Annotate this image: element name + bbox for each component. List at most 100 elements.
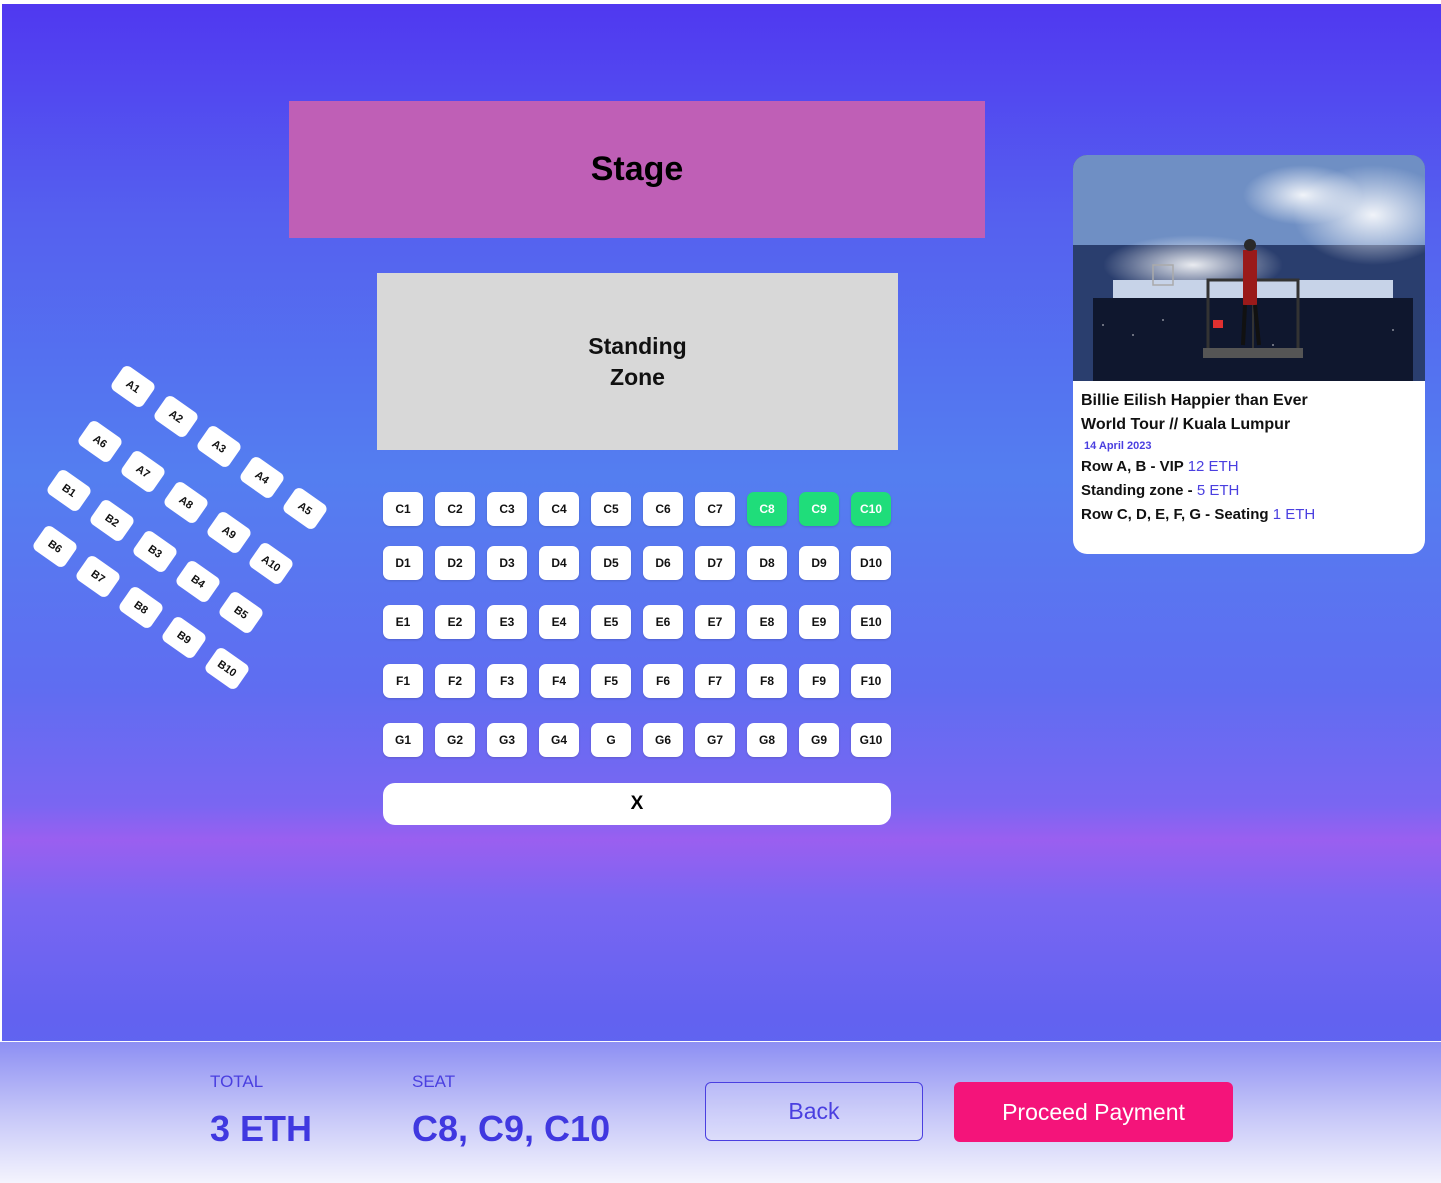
- vip-seat[interactable]: A6: [76, 418, 124, 465]
- seat[interactable]: G6: [643, 723, 683, 757]
- seat[interactable]: G9: [799, 723, 839, 757]
- seat[interactable]: F4: [539, 664, 579, 698]
- checkout-footer: TOTAL 3 ETH SEAT C8, C9, C10 Back Procee…: [0, 1041, 1441, 1183]
- vip-seat[interactable]: B6: [31, 523, 79, 570]
- seat[interactable]: E10: [851, 605, 891, 639]
- event-date: 14 April 2023: [1084, 440, 1152, 452]
- seat[interactable]: C2: [435, 492, 475, 526]
- seat-map-canvas: Stage Standing Zone A1 A2 A3 A4 A5 A6 A7 A8 A9 A1…: [2, 4, 1441, 1182]
- seat[interactable]: C7: [695, 492, 735, 526]
- pricing-label: Standing zone -: [1081, 482, 1197, 499]
- seat[interactable]: E7: [695, 605, 735, 639]
- clear-selection-button[interactable]: X: [383, 783, 891, 825]
- seat[interactable]: G4: [539, 723, 579, 757]
- proceed-payment-button[interactable]: Proceed Payment: [954, 1082, 1233, 1142]
- seat[interactable]: E6: [643, 605, 683, 639]
- seat[interactable]: D2: [435, 546, 475, 580]
- seat[interactable]: F8: [747, 664, 787, 698]
- seat[interactable]: F1: [383, 664, 423, 698]
- vip-seat[interactable]: A2: [152, 393, 200, 440]
- vip-seat[interactable]: A4: [238, 454, 286, 501]
- vip-seat[interactable]: B3: [131, 528, 179, 575]
- seat[interactable]: C5: [591, 492, 631, 526]
- seat[interactable]: G2: [435, 723, 475, 757]
- vip-seat[interactable]: B4: [174, 558, 222, 605]
- vip-seat[interactable]: A3: [195, 423, 243, 470]
- vip-seat[interactable]: B8: [117, 584, 165, 631]
- vip-seat[interactable]: A9: [205, 509, 253, 556]
- seat-value: C8, C9, C10: [412, 1108, 611, 1149]
- seat[interactable]: G1: [383, 723, 423, 757]
- seat[interactable]: E3: [487, 605, 527, 639]
- total-label: TOTAL: [210, 1072, 264, 1091]
- seat[interactable]: E8: [747, 605, 787, 639]
- event-info: Billie Eilish Happier than Ever World To…: [1073, 381, 1425, 535]
- event-photo: [1073, 155, 1425, 381]
- vip-seat[interactable]: B10: [203, 645, 251, 692]
- seat[interactable]: E9: [799, 605, 839, 639]
- seat[interactable]: G8: [747, 723, 787, 757]
- seat[interactable]: D7: [695, 546, 735, 580]
- seat[interactable]: F7: [695, 664, 735, 698]
- seat[interactable]: D1: [383, 546, 423, 580]
- vip-seat[interactable]: A10: [247, 540, 295, 587]
- seat[interactable]: F6: [643, 664, 683, 698]
- standing-zone-label: Standing Zone: [588, 332, 687, 390]
- seat[interactable]: E5: [591, 605, 631, 639]
- seat[interactable]: C4: [539, 492, 579, 526]
- seat[interactable]: D8: [747, 546, 787, 580]
- seat[interactable]: F2: [435, 664, 475, 698]
- pricing-value: 5 ETH: [1196, 482, 1240, 499]
- seat[interactable]: F3: [487, 664, 527, 698]
- seat[interactable]: F5: [591, 664, 631, 698]
- seat[interactable]: C10: [851, 492, 891, 526]
- seat[interactable]: C3: [487, 492, 527, 526]
- pricing-label: Row A, B - VIP: [1081, 458, 1184, 475]
- event-title-line2: World Tour // Kuala Lumpur: [1081, 416, 1291, 433]
- pricing-row: Row C, D, E, F, G - Seating 1 ETH: [1081, 503, 1417, 527]
- pricing-value: 1 ETH: [1272, 506, 1316, 523]
- vip-seat[interactable]: A7: [119, 448, 167, 495]
- vip-seat[interactable]: A8: [162, 479, 210, 526]
- seat[interactable]: D4: [539, 546, 579, 580]
- seat[interactable]: C6: [643, 492, 683, 526]
- vip-seat[interactable]: B5: [217, 589, 265, 636]
- seat-label: SEAT: [412, 1072, 456, 1091]
- event-card: Billie Eilish Happier than Ever World To…: [1073, 155, 1425, 554]
- stage-label: Stage: [590, 150, 684, 188]
- vip-seat[interactable]: B7: [74, 553, 122, 600]
- pricing-row: Standing zone - 5 ETH: [1081, 479, 1417, 503]
- proceed-payment-label: Proceed Payment: [1002, 1098, 1185, 1125]
- vip-seat[interactable]: B1: [45, 467, 93, 514]
- seat[interactable]: C1: [383, 492, 423, 526]
- back-button[interactable]: Back: [705, 1082, 923, 1141]
- vip-seat[interactable]: A5: [281, 485, 329, 532]
- seat[interactable]: G7: [695, 723, 735, 757]
- seat[interactable]: C8: [747, 492, 787, 526]
- standing-zone[interactable]: Standing Zone: [377, 273, 898, 450]
- seat[interactable]: C9: [799, 492, 839, 526]
- back-button-label: Back: [788, 1098, 840, 1124]
- seat[interactable]: E2: [435, 605, 475, 639]
- seat[interactable]: D5: [591, 546, 631, 580]
- seat[interactable]: D10: [851, 546, 891, 580]
- seat[interactable]: G: [591, 723, 631, 757]
- seat[interactable]: D3: [487, 546, 527, 580]
- seat[interactable]: D9: [799, 546, 839, 580]
- seat[interactable]: G3: [487, 723, 527, 757]
- clear-selection-label: X: [630, 793, 644, 814]
- seat[interactable]: F10: [851, 664, 891, 698]
- vip-seat[interactable]: A1: [109, 363, 157, 410]
- seat[interactable]: E1: [383, 605, 423, 639]
- total-value: 3 ETH: [210, 1108, 313, 1149]
- pricing-row: Row A, B - VIP 12 ETH: [1081, 455, 1417, 479]
- seat[interactable]: F9: [799, 664, 839, 698]
- vip-seat[interactable]: B2: [88, 497, 136, 544]
- stage: Stage: [289, 101, 985, 238]
- seat[interactable]: E4: [539, 605, 579, 639]
- seat[interactable]: D6: [643, 546, 683, 580]
- pricing-value: 12 ETH: [1187, 458, 1239, 475]
- vip-seat[interactable]: B9: [160, 614, 208, 661]
- seat[interactable]: G10: [851, 723, 891, 757]
- concert-image: [1073, 155, 1425, 381]
